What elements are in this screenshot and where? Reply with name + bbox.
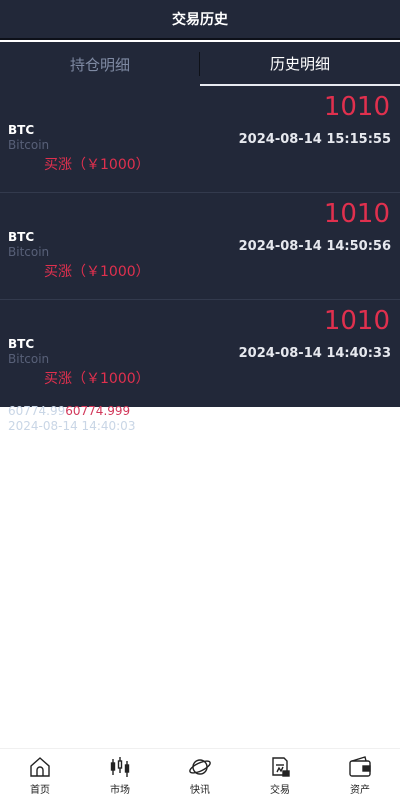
row-symbol: BTC bbox=[8, 337, 35, 351]
wallet-icon bbox=[349, 756, 371, 777]
home-icon bbox=[30, 757, 50, 777]
row-symbol: BTC bbox=[8, 123, 35, 137]
page-title: 交易历史 bbox=[172, 12, 228, 28]
row-side: 买涨（￥1000） bbox=[44, 157, 150, 173]
candlestick-icon bbox=[110, 757, 130, 777]
overflow-time: 2024-08-14 14:40:03 bbox=[8, 419, 136, 433]
row-time: 2024-08-14 14:40:33 bbox=[238, 346, 391, 361]
nav-home[interactable]: 首页 bbox=[0, 749, 80, 800]
tab-holdings[interactable]: 持仓明细 bbox=[0, 42, 200, 86]
row-name: Bitcoin bbox=[8, 138, 50, 152]
row-symbol: BTC bbox=[8, 230, 35, 244]
nav-label: 市场 bbox=[110, 785, 130, 796]
row-side: 买涨（￥1000） bbox=[44, 371, 150, 387]
tab-bar: 持仓明细 历史明细 bbox=[0, 42, 400, 86]
nav-news[interactable]: 快讯 bbox=[160, 749, 240, 800]
row-amount: 1010 bbox=[323, 199, 390, 229]
nav-label: 资产 bbox=[350, 785, 370, 796]
row-name: Bitcoin bbox=[8, 352, 50, 366]
row-time: 2024-08-14 14:50:56 bbox=[238, 239, 391, 254]
overflow-price: 60774.99 bbox=[8, 404, 66, 418]
overflow-price-alt: 60774.999 bbox=[65, 404, 131, 418]
top-header: 交易历史 bbox=[0, 0, 400, 40]
planet-icon bbox=[189, 759, 211, 775]
row-amount: 1010 bbox=[323, 306, 390, 336]
overflow-record: 60774.9960774.999 2024-08-14 14:40:03 bbox=[8, 404, 135, 434]
trade-doc-icon bbox=[272, 757, 290, 777]
history-row[interactable]: BTC Bitcoin 买涨（￥1000） 1010 2024-08-14 15… bbox=[0, 86, 400, 193]
history-row[interactable]: BTC Bitcoin 买涨（￥1000） 1010 2024-08-14 14… bbox=[0, 193, 400, 300]
nav-label: 交易 bbox=[270, 785, 290, 796]
row-amount: 1010 bbox=[323, 92, 390, 122]
row-time: 2024-08-14 15:15:55 bbox=[238, 132, 391, 147]
tab-history[interactable]: 历史明细 bbox=[200, 42, 400, 86]
row-name: Bitcoin bbox=[8, 245, 50, 259]
row-side: 买涨（￥1000） bbox=[44, 264, 150, 280]
nav-assets[interactable]: 资产 bbox=[320, 749, 400, 800]
nav-trade[interactable]: 交易 bbox=[240, 749, 320, 800]
bottom-nav: 首页 市场 快讯 交易 资产 bbox=[0, 748, 400, 800]
nav-label: 首页 bbox=[30, 785, 50, 796]
history-row[interactable]: BTC Bitcoin 买涨（￥1000） 1010 2024-08-14 14… bbox=[0, 300, 400, 407]
nav-label: 快讯 bbox=[190, 785, 210, 796]
history-list: BTC Bitcoin 买涨（￥1000） 1010 2024-08-14 15… bbox=[0, 86, 400, 407]
nav-market[interactable]: 市场 bbox=[80, 749, 160, 800]
